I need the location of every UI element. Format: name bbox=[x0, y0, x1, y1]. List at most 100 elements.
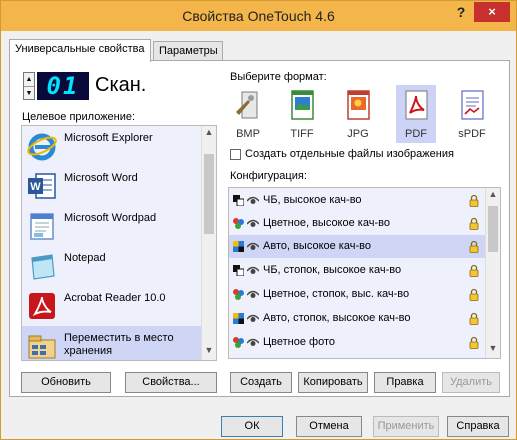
close-button[interactable]: × bbox=[474, 2, 510, 22]
app-name: Microsoft Word bbox=[64, 172, 138, 184]
window-title: Свойства OneTouch 4.6 bbox=[182, 8, 335, 24]
config-row-selected[interactable]: Авто, высокое кач-во bbox=[229, 235, 485, 258]
title-bar: Свойства OneTouch 4.6 ? × bbox=[1, 1, 516, 31]
lock-icon bbox=[469, 336, 479, 349]
format-bmp[interactable]: BMP bbox=[228, 85, 268, 143]
spdf-file-icon bbox=[461, 90, 484, 120]
lock-icon bbox=[469, 217, 479, 230]
format-label-spdf: sPDF bbox=[458, 128, 486, 140]
jpg-file-icon bbox=[347, 90, 370, 120]
config-list-scrollbar[interactable]: ▲ ▼ bbox=[485, 188, 500, 358]
svg-text:W: W bbox=[30, 181, 41, 193]
lock-icon bbox=[469, 312, 479, 325]
config-row[interactable]: Цветное, высокое кач-во bbox=[229, 212, 485, 235]
list-item[interactable]: Notepad bbox=[22, 246, 202, 286]
lock-icon bbox=[469, 288, 479, 301]
target-app-label: Целевое приложение: bbox=[22, 111, 136, 123]
app-name: Microsoft Wordpad bbox=[64, 212, 157, 224]
scroll-thumb[interactable] bbox=[488, 206, 498, 252]
pdf-file-icon bbox=[405, 90, 428, 120]
refresh-button[interactable]: Обновить bbox=[21, 372, 111, 393]
format-tiff[interactable]: TIFF bbox=[282, 85, 322, 143]
acrobat-icon bbox=[29, 293, 55, 319]
color-mode-icon bbox=[233, 337, 244, 348]
config-text: ЧБ, стопок, высокое кач-во bbox=[263, 264, 402, 276]
tab-universal-properties[interactable]: Универсальные свойства bbox=[9, 39, 151, 62]
format-label-bmp: BMP bbox=[236, 128, 260, 140]
app-name: Notepad bbox=[64, 252, 106, 264]
eye-icon bbox=[247, 266, 259, 274]
edit-button[interactable]: Правка bbox=[374, 372, 436, 393]
bw-mode-icon bbox=[233, 265, 244, 276]
format-jpg[interactable]: JPG bbox=[338, 85, 378, 143]
app-name: Microsoft Explorer bbox=[64, 132, 153, 144]
config-row[interactable]: Цветное фото bbox=[229, 331, 485, 354]
notepad-icon bbox=[31, 254, 55, 280]
config-row[interactable]: Цветное, стопок, выс. кач-во bbox=[229, 283, 485, 306]
scroll-down-icon[interactable]: ▼ bbox=[486, 343, 500, 357]
color-mode-icon bbox=[233, 218, 244, 229]
properties-button[interactable]: Свойства... bbox=[125, 372, 217, 393]
lock-icon bbox=[469, 264, 479, 277]
config-text: Авто, стопок, высокое кач-во bbox=[263, 312, 411, 324]
internet-explorer-icon bbox=[27, 133, 57, 161]
eye-icon bbox=[247, 196, 259, 204]
format-selector: BMP TIFF JPG PDF sPDF bbox=[228, 85, 500, 145]
list-item[interactable]: W Microsoft Word bbox=[22, 166, 202, 206]
cancel-button[interactable]: Отмена bbox=[296, 416, 362, 437]
format-label-tiff: TIFF bbox=[290, 128, 314, 140]
config-text: Цветное, высокое кач-во bbox=[263, 217, 390, 229]
spinner-up-icon[interactable]: ▲ bbox=[24, 73, 34, 86]
target-app-list[interactable]: Microsoft Explorer W Microsoft Word Micr… bbox=[21, 125, 217, 361]
config-list[interactable]: ЧБ, высокое кач-во Цветное, высокое кач-… bbox=[228, 187, 501, 359]
button-name: Скан. bbox=[95, 74, 147, 96]
scroll-thumb[interactable] bbox=[204, 154, 214, 234]
bmp-file-icon bbox=[236, 91, 258, 119]
app-list-scrollbar[interactable]: ▲ ▼ bbox=[201, 126, 216, 360]
scroll-up-icon[interactable]: ▲ bbox=[202, 127, 216, 141]
eye-icon bbox=[247, 314, 259, 322]
lock-icon bbox=[469, 240, 479, 253]
format-label-pdf: PDF bbox=[405, 128, 427, 140]
config-row[interactable]: ЧБ, стопок, высокое кач-во bbox=[229, 259, 485, 282]
format-spdf[interactable]: sPDF bbox=[452, 85, 492, 143]
app-name: Acrobat Reader 10.0 bbox=[64, 292, 166, 304]
spinner-down-icon[interactable]: ▼ bbox=[24, 86, 34, 99]
help-button[interactable]: Справка bbox=[447, 416, 509, 437]
copy-button[interactable]: Копировать bbox=[298, 372, 368, 393]
config-text: Цветное фото bbox=[263, 336, 335, 348]
wordpad-icon bbox=[30, 213, 54, 240]
word-icon: W bbox=[28, 173, 56, 199]
help-title-button[interactable]: ? bbox=[450, 4, 472, 24]
eye-icon bbox=[247, 242, 259, 250]
apply-button[interactable]: Применить bbox=[373, 416, 439, 437]
config-text: ЧБ, высокое кач-во bbox=[263, 194, 362, 206]
list-item[interactable]: Acrobat Reader 10.0 bbox=[22, 286, 202, 326]
config-text: Авто, высокое кач-во bbox=[263, 240, 371, 252]
properties-dialog: Свойства OneTouch 4.6 ? × Универсальные … bbox=[0, 0, 517, 440]
create-button[interactable]: Создать bbox=[230, 372, 292, 393]
format-label-jpg: JPG bbox=[347, 128, 369, 140]
config-row[interactable]: ЧБ, высокое кач-во bbox=[229, 189, 485, 212]
format-label: Выберите формат: bbox=[230, 71, 327, 83]
config-label: Конфигурация: bbox=[230, 170, 307, 182]
scroll-down-icon[interactable]: ▼ bbox=[202, 345, 216, 359]
app-name: Переместить в место хранения bbox=[64, 332, 174, 357]
button-number-display: 01 bbox=[37, 72, 89, 100]
config-row[interactable]: Авто, стопок, высокое кач-во bbox=[229, 307, 485, 330]
delete-button[interactable]: Удалить bbox=[442, 372, 500, 393]
tiff-file-icon bbox=[291, 90, 314, 120]
separate-files-checkbox[interactable] bbox=[230, 149, 241, 160]
ok-button[interactable]: ОК bbox=[221, 416, 283, 437]
eye-icon bbox=[247, 290, 259, 298]
scroll-up-icon[interactable]: ▲ bbox=[486, 189, 500, 203]
list-item[interactable]: Microsoft Wordpad bbox=[22, 206, 202, 246]
button-spinner[interactable]: ▲ ▼ bbox=[23, 72, 35, 100]
list-item-selected[interactable]: Переместить в место хранения bbox=[22, 326, 202, 360]
format-pdf-selected[interactable]: PDF bbox=[396, 85, 436, 143]
separate-files-label: Создать отдельные файлы изображения bbox=[245, 148, 454, 160]
bw-mode-icon bbox=[233, 195, 244, 206]
tab-parameters[interactable]: Параметры bbox=[153, 41, 223, 61]
list-item[interactable]: Microsoft Explorer bbox=[22, 126, 202, 166]
eye-icon bbox=[247, 219, 259, 227]
